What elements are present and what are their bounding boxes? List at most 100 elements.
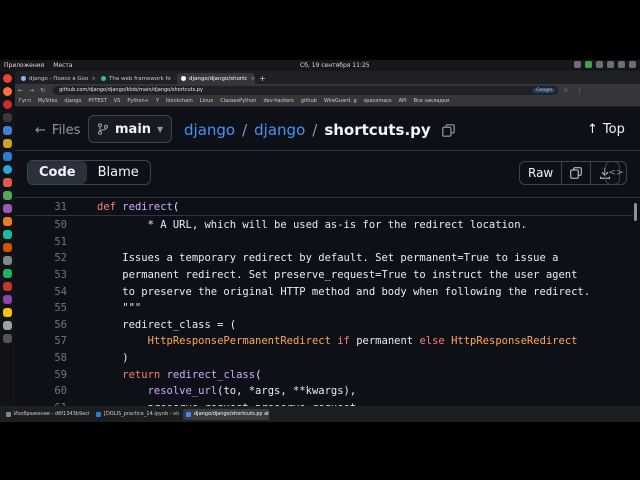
- top-button[interactable]: ↑ Top: [587, 122, 625, 137]
- address-bar[interactable]: github.com/django/django/blob/main/djang…: [53, 85, 559, 95]
- tab-title: django - Поиск в Goo: [29, 75, 89, 82]
- close-tab-icon[interactable]: ×: [91, 76, 95, 82]
- close-tab-icon[interactable]: ×: [174, 76, 175, 82]
- bookmark-item[interactable]: github: [301, 98, 317, 104]
- tab-bar: django - Поиск в Goo × The web framework…: [15, 71, 640, 84]
- browser-tab-active[interactable]: django/django/shortc ×: [177, 73, 255, 84]
- app-icon[interactable]: [3, 217, 12, 226]
- opera-icon[interactable]: [3, 100, 12, 109]
- app-icon[interactable]: [3, 204, 12, 213]
- line-text: HttpResponsePermanentRedirect if permane…: [147, 335, 578, 348]
- copy-raw-button[interactable]: [562, 162, 592, 184]
- bookmark-item[interactable]: Y: [156, 98, 159, 104]
- code-line: 52 Issues a temporary redirect by defaul…: [15, 250, 558, 267]
- code-line: 55 """: [15, 300, 141, 317]
- browser-tab[interactable]: django - Поиск в Goo ×: [17, 73, 95, 84]
- branch-selector[interactable]: main ▼: [88, 115, 173, 143]
- back-icon[interactable]: ←: [18, 87, 23, 94]
- app-icon[interactable]: [3, 230, 12, 239]
- vscode-icon[interactable]: [3, 152, 12, 161]
- tray-icon[interactable]: [596, 61, 603, 68]
- bookmark-item[interactable]: ClassesPython: [220, 98, 256, 104]
- raw-button[interactable]: Raw: [520, 162, 563, 184]
- line-number[interactable]: 51: [15, 236, 67, 248]
- bookmark-item[interactable]: PYTEST: [88, 98, 106, 104]
- taskbar-item[interactable]: [DOLIS_practice_14.ipynb - video_d...: [93, 409, 179, 420]
- line-number[interactable]: 50: [15, 219, 67, 231]
- places-menu[interactable]: Места: [53, 62, 72, 69]
- taskbar-item[interactable]: Изображение - d6f1343b9ac0b3e6-bd...: [3, 409, 89, 420]
- bookmark-item[interactable]: Все закладки: [414, 98, 450, 104]
- bookmark-item[interactable]: Гугл: [19, 98, 31, 104]
- bookmark-item[interactable]: django: [64, 98, 81, 104]
- browser-tab[interactable]: The web framework fo ×: [97, 73, 175, 84]
- star-icon[interactable]: ☆: [563, 87, 568, 94]
- firefox-icon[interactable]: [3, 87, 12, 96]
- tray-icon[interactable]: [585, 61, 592, 68]
- volume-icon[interactable]: [618, 61, 625, 68]
- sticky-function-header[interactable]: 31 def redirect(: [15, 199, 633, 216]
- desktop: Приложения Места Сб, 19 сентября 11:25 d…: [0, 60, 640, 422]
- scrollbar-thumb[interactable]: [634, 203, 637, 221]
- bookmark-item[interactable]: VS: [114, 98, 121, 104]
- bookmark-item[interactable]: dev-hackers: [263, 98, 293, 104]
- app-icon[interactable]: [3, 191, 12, 200]
- line-number[interactable]: 57: [15, 335, 67, 347]
- search-engine-badge[interactable]: Google: [533, 87, 556, 93]
- clock[interactable]: Сб, 19 сентября 11:25: [300, 62, 370, 69]
- tab-blame[interactable]: Blame: [87, 161, 150, 184]
- tab-code[interactable]: Code: [28, 161, 87, 184]
- files-toggle[interactable]: ← Files: [35, 123, 80, 138]
- line-number[interactable]: 55: [15, 302, 67, 314]
- app-icon[interactable]: [3, 269, 12, 278]
- app-icon[interactable]: [3, 308, 12, 317]
- taskbar-item[interactable]: django/django/shortcuts.py at ma...: [183, 408, 269, 420]
- chrome-icon[interactable]: [3, 74, 12, 83]
- bookmark-item[interactable]: WireGuard. g: [324, 98, 357, 104]
- app-icon[interactable]: [3, 295, 12, 304]
- line-number[interactable]: 58: [15, 352, 67, 364]
- bookmark-item[interactable]: API: [399, 98, 407, 104]
- bookmark-item[interactable]: blockchain: [166, 98, 193, 104]
- terminal-icon[interactable]: [3, 113, 12, 122]
- menu-icon[interactable]: ⋮: [576, 87, 582, 94]
- editor-icon[interactable]: [3, 126, 12, 135]
- copy-path-icon[interactable]: [441, 123, 455, 137]
- code-line: 54 to preserve the original HTTP method …: [15, 283, 590, 300]
- bookmark-item[interactable]: Linux: [200, 98, 213, 104]
- bookmark-item[interactable]: spacemacs: [364, 98, 392, 104]
- network-icon[interactable]: [607, 61, 614, 68]
- line-number[interactable]: 31: [15, 201, 67, 213]
- code-view: 31 def redirect( 50 * A URL, which will …: [15, 199, 640, 414]
- telegram-icon[interactable]: [3, 165, 12, 174]
- app-icon[interactable]: [3, 334, 12, 343]
- app-icon[interactable]: [3, 178, 12, 187]
- bookmark-item[interactable]: Python+: [127, 98, 149, 104]
- reload-icon[interactable]: ↻: [40, 87, 45, 94]
- app-icon[interactable]: [3, 282, 12, 291]
- line-number[interactable]: 60: [15, 385, 67, 397]
- line-number[interactable]: 52: [15, 252, 67, 264]
- line-number[interactable]: 54: [15, 286, 67, 298]
- line-number[interactable]: 59: [15, 369, 67, 381]
- line-text: Issues a temporary redirect by default. …: [97, 252, 559, 265]
- line-number[interactable]: 56: [15, 319, 67, 331]
- tray-icon[interactable]: [574, 61, 581, 68]
- breadcrumb-dir[interactable]: django: [254, 121, 305, 139]
- breadcrumb-repo[interactable]: django: [184, 121, 235, 139]
- code-line: 59 return redirect_class(: [15, 366, 261, 383]
- files-icon[interactable]: [3, 139, 12, 148]
- taskbar-label: Изображение - d6f1343b9ac0b3e6-bd...: [14, 411, 89, 417]
- line-number[interactable]: 53: [15, 269, 67, 281]
- app-icon[interactable]: [3, 243, 12, 252]
- apps-menu[interactable]: Приложения: [4, 62, 44, 69]
- power-icon[interactable]: [629, 61, 636, 68]
- forward-icon[interactable]: →: [29, 87, 34, 94]
- new-tab-button[interactable]: +: [255, 74, 270, 84]
- line-text: ): [97, 352, 129, 365]
- bookmark-item[interactable]: MySites: [38, 98, 57, 104]
- app-icon[interactable]: [3, 321, 12, 330]
- symbols-button[interactable]: <>: [605, 161, 627, 185]
- app-icon[interactable]: [3, 256, 12, 265]
- scrollbar[interactable]: [633, 199, 638, 406]
